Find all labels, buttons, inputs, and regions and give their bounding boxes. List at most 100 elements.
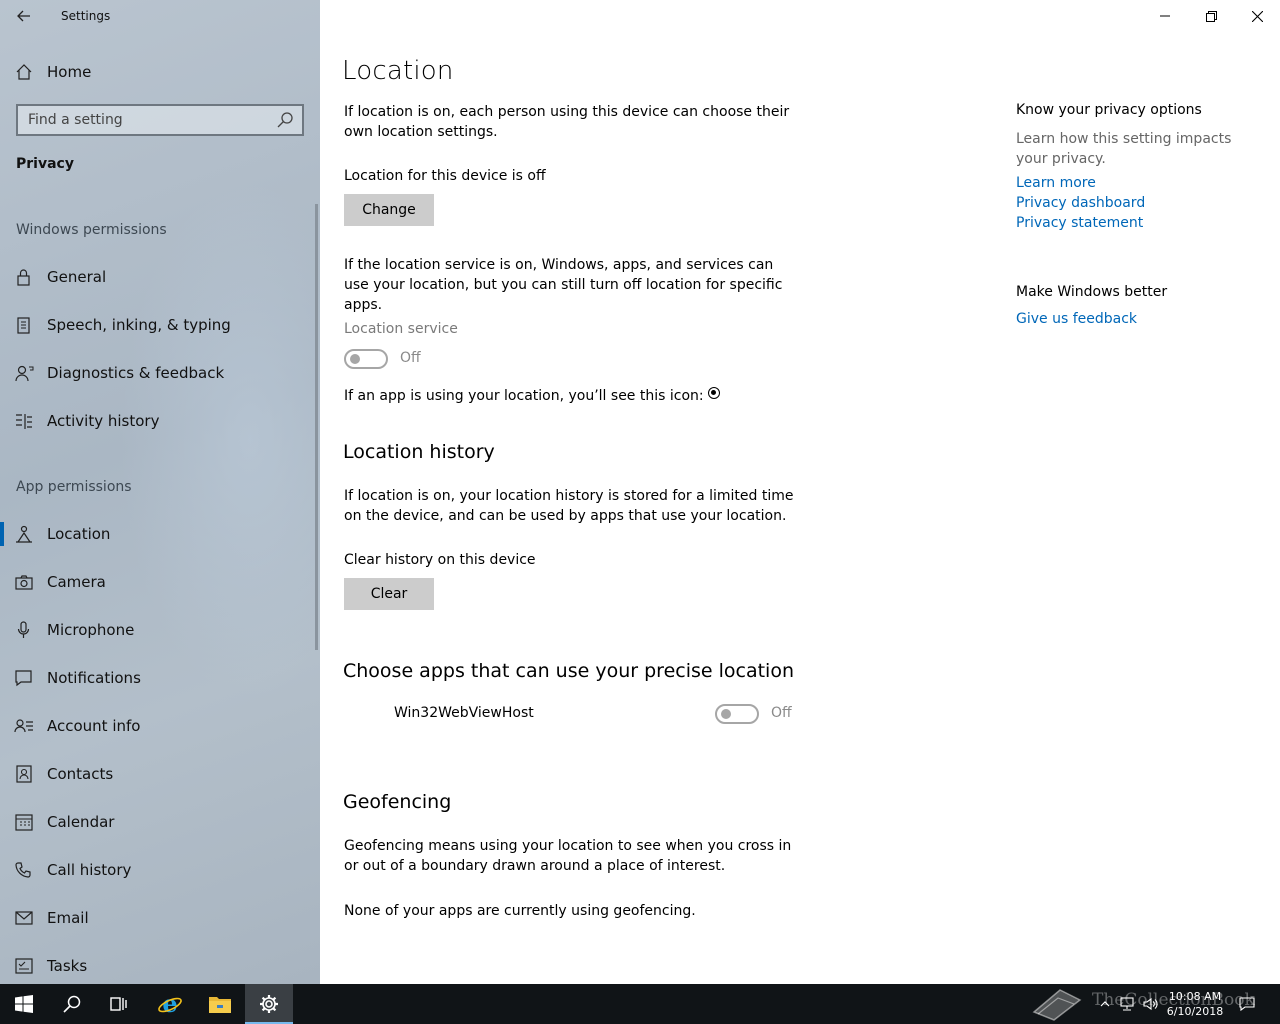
sidebar-item-microphone[interactable]: Microphone <box>0 610 320 650</box>
search-input[interactable]: Find a setting <box>16 104 304 136</box>
internet-explorer-icon[interactable]: e <box>146 984 194 1024</box>
phone-icon <box>15 862 31 878</box>
sidebar-item-label: Email <box>47 909 89 927</box>
sidebar-item-account-info[interactable]: Account info <box>0 706 320 746</box>
sidebar-item-label: Camera <box>47 573 106 591</box>
sidebar-item-tasks[interactable]: Tasks <box>0 946 320 984</box>
app-title: Settings <box>61 9 111 23</box>
app-location-state: Off <box>771 705 792 721</box>
minimize-icon[interactable] <box>1142 0 1188 32</box>
sidebar-item-label: Microphone <box>47 621 135 639</box>
device-location-status: Location for this device is off <box>344 168 546 184</box>
settings-gear-icon[interactable] <box>245 984 293 1024</box>
show-hidden-icons-icon[interactable] <box>1094 984 1116 1024</box>
sidebar-item-label: Tasks <box>47 957 88 975</box>
search-icon[interactable] <box>276 111 294 129</box>
sidebar-item-email[interactable]: Email <box>0 898 320 938</box>
notification-icon <box>15 670 32 687</box>
location-settings-page: Location If location is on, each person … <box>320 0 1280 984</box>
privacy-options-description: Learn how this setting impacts your priv… <box>1016 131 1232 167</box>
sidebar-item-label: Account info <box>47 717 141 735</box>
taskbar-clock[interactable]: 10:08 AM 6/10/2018 <box>1162 989 1228 1019</box>
location-service-state: Off <box>400 350 421 366</box>
sidebar-item-general[interactable]: General <box>0 257 320 297</box>
volume-icon[interactable] <box>1140 984 1162 1024</box>
lock-icon <box>17 269 30 286</box>
location-icon-note: If an app is using your location, you’ll… <box>344 386 720 406</box>
restore-icon[interactable] <box>1188 0 1234 32</box>
action-center-icon[interactable] <box>1234 984 1260 1024</box>
app-permissions-header: App permissions <box>16 479 132 495</box>
learn-more-link[interactable]: Learn more <box>1016 175 1096 191</box>
sidebar-item-label: Call history <box>47 861 132 879</box>
location-person-icon <box>16 525 32 543</box>
search-icon[interactable] <box>48 984 96 1024</box>
sidebar-item-label: Speech, inking, & typing <box>47 316 231 334</box>
settings-sidebar: Settings Home Find a setting Privacy Win… <box>0 0 320 984</box>
search-placeholder: Find a setting <box>28 112 123 128</box>
intro-text: If location is on, each person using thi… <box>344 104 790 140</box>
sidebar-item-camera[interactable]: Camera <box>0 562 320 602</box>
sidebar-item-activity-history[interactable]: Activity history <box>0 401 320 441</box>
sidebar-item-label: Home <box>47 63 92 81</box>
sidebar-item-label: Location <box>47 525 111 543</box>
clock-date: 6/10/2018 <box>1166 1005 1224 1018</box>
sidebar-item-calendar[interactable]: Calendar <box>0 802 320 842</box>
clipboard-icon <box>17 317 30 334</box>
mail-icon <box>15 911 33 925</box>
sidebar-item-label: Calendar <box>47 813 115 831</box>
sidebar-item-speech[interactable]: Speech, inking, & typing <box>0 305 320 345</box>
camera-icon <box>15 575 33 590</box>
toggle-knob <box>350 354 360 364</box>
windows-permissions-header: Windows permissions <box>16 222 167 238</box>
calendar-icon <box>15 814 33 831</box>
svg-text:e: e <box>162 991 177 1017</box>
sidebar-item-diagnostics[interactable]: Diagnostics & feedback <box>0 353 320 393</box>
location-service-toggle[interactable] <box>344 349 388 369</box>
sidebar-item-call-history[interactable]: Call history <box>0 850 320 890</box>
task-view-icon[interactable] <box>96 984 144 1024</box>
change-button[interactable]: Change <box>344 194 434 226</box>
sidebar-item-label: Notifications <box>47 669 141 687</box>
person-feedback-icon <box>15 365 34 382</box>
sidebar-item-label: General <box>47 268 107 286</box>
location-history-heading: Location history <box>343 441 495 463</box>
sidebar-scrollbar[interactable] <box>315 204 318 650</box>
privacy-statement-link[interactable]: Privacy statement <box>1016 215 1143 231</box>
location-service-label: Location service <box>344 321 458 337</box>
clock-time: 10:08 AM <box>1168 990 1222 1003</box>
geofencing-heading: Geofencing <box>343 791 452 813</box>
give-feedback-link[interactable]: Give us feedback <box>1016 311 1137 327</box>
page-title: Location <box>342 56 454 86</box>
category-title: Privacy <box>16 156 74 172</box>
sidebar-item-notifications[interactable]: Notifications <box>0 658 320 698</box>
history-description: If location is on, your location history… <box>344 488 794 524</box>
timeline-icon <box>16 414 32 429</box>
service-description: If the location service is on, Windows, … <box>344 257 783 313</box>
sidebar-item-label: Activity history <box>47 412 160 430</box>
back-arrow-icon[interactable] <box>10 4 38 28</box>
sidebar-item-contacts[interactable]: Contacts <box>0 754 320 794</box>
location-in-use-icon <box>707 387 720 399</box>
app-name: Win32WebViewHost <box>394 705 534 721</box>
close-icon[interactable] <box>1234 0 1280 32</box>
privacy-options-heading: Know your privacy options <box>1016 102 1202 118</box>
sidebar-item-label: Diagnostics & feedback <box>47 364 225 382</box>
privacy-dashboard-link[interactable]: Privacy dashboard <box>1016 195 1145 211</box>
make-windows-better-heading: Make Windows better <box>1016 284 1168 300</box>
network-icon[interactable] <box>1116 984 1138 1024</box>
sidebar-item-home[interactable]: Home <box>0 52 320 92</box>
location-icon-note-text: If an app is using your location, you’ll… <box>344 388 704 404</box>
sidebar-item-label: Contacts <box>47 765 114 783</box>
clear-history-label: Clear history on this device <box>344 552 536 568</box>
file-explorer-icon[interactable] <box>196 984 244 1024</box>
windows-start-icon[interactable] <box>0 984 48 1024</box>
app-location-toggle[interactable] <box>715 704 759 724</box>
taskbar: e 10:08 AM 6/10/2018 <box>0 984 1280 1024</box>
geofencing-description: Geofencing means using your location to … <box>344 838 792 874</box>
clear-button[interactable]: Clear <box>344 578 434 610</box>
contacts-icon <box>16 765 32 783</box>
sidebar-item-location[interactable]: Location <box>0 514 320 554</box>
geofencing-status: None of your apps are currently using ge… <box>344 903 696 919</box>
tasks-icon <box>15 958 33 974</box>
